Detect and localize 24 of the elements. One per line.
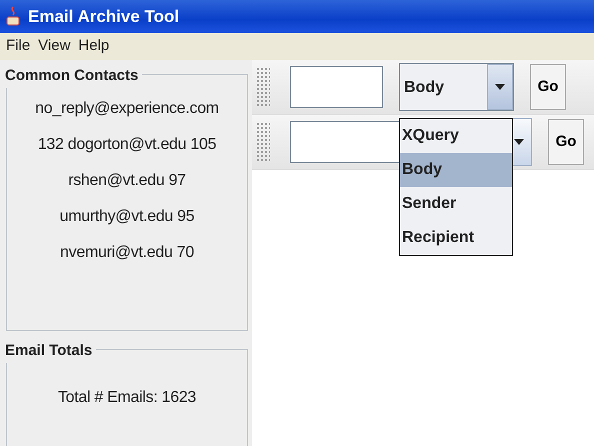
caret-icon [495, 84, 505, 90]
menu-item[interactable]: Help [74, 35, 114, 58]
combo-value: Body [403, 78, 445, 98]
contact-entry: umurthy@vt.edu 95 [58, 207, 196, 227]
menu-item[interactable]: File [2, 35, 34, 58]
go-button[interactable]: Go [548, 119, 584, 165]
search-field[interactable] [290, 66, 383, 108]
coffee-cup-icon [6, 6, 20, 28]
dropdown-option[interactable]: Body [400, 153, 512, 187]
dropdown-option[interactable]: Recipient [400, 221, 512, 255]
contact-entry: rshen@vt.edu 97 [67, 171, 187, 191]
contact-entry: 132 dogorton@vt.edu 105 [36, 135, 218, 155]
contact-entry: no_reply@experience.com [34, 99, 220, 119]
dropdown-arrow-button[interactable] [487, 64, 513, 110]
toolbar-grip[interactable] [256, 122, 270, 162]
toolbar-grip[interactable] [256, 67, 270, 107]
menu-item[interactable]: View [34, 35, 74, 58]
total-count: Total # Emails: 1623 [56, 388, 198, 408]
search-type-combo[interactable]: Body [399, 63, 514, 111]
go-button[interactable]: Go [530, 64, 566, 110]
window-title: Email Archive Tool [28, 6, 180, 28]
dropdown-option[interactable]: Sender [400, 187, 512, 221]
dropdown-option[interactable]: XQuery [400, 119, 512, 153]
contact-entry: nvemuri@vt.edu 70 [59, 243, 195, 263]
